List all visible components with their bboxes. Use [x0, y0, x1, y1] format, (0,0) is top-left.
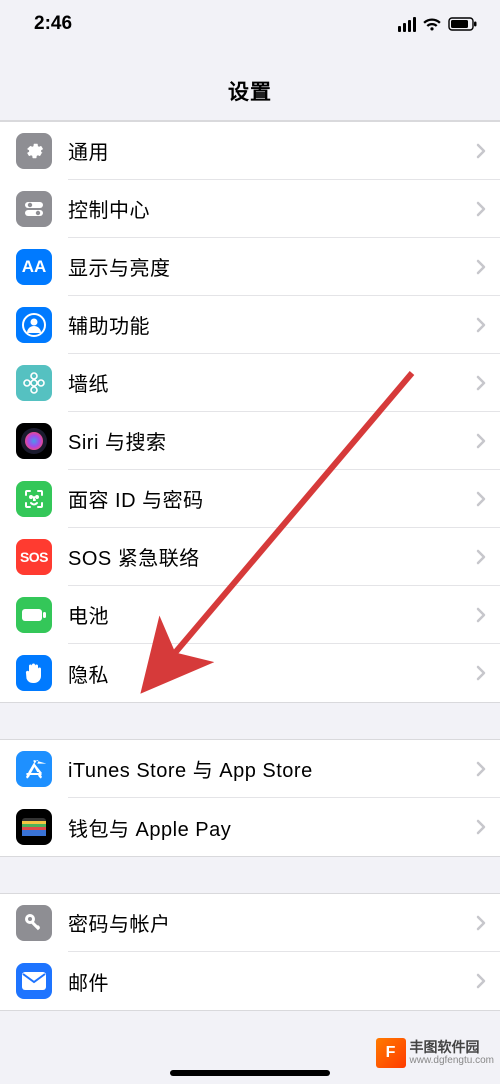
switches-icon: [16, 191, 52, 227]
sos-icon: SOS: [16, 539, 52, 575]
gear-icon: [16, 133, 52, 169]
battery-icon: [448, 17, 478, 31]
row-accessibility[interactable]: 辅助功能: [0, 296, 500, 354]
person-circle-icon: [16, 307, 52, 343]
chevron-right-icon: [476, 549, 486, 565]
row-label: 电池: [68, 600, 476, 629]
row-label: SOS 紧急联络: [68, 542, 476, 571]
settings-group: 通用控制中心AA显示与亮度辅助功能墙纸Siri 与搜索面容 ID 与密码SOSS…: [0, 121, 500, 703]
row-faceid[interactable]: 面容 ID 与密码: [0, 470, 500, 528]
row-label: 面容 ID 与密码: [68, 484, 476, 513]
row-label: iTunes Store 与 App Store: [68, 754, 476, 783]
chevron-right-icon: [476, 665, 486, 681]
row-label: 辅助功能: [68, 310, 476, 339]
chevron-right-icon: [476, 433, 486, 449]
row-wallet[interactable]: 钱包与 Apple Pay: [0, 798, 500, 856]
faceid-icon: [16, 481, 52, 517]
row-itunes[interactable]: iTunes Store 与 App Store: [0, 740, 500, 798]
row-siri[interactable]: Siri 与搜索: [0, 412, 500, 470]
row-battery[interactable]: 电池: [0, 586, 500, 644]
wifi-icon: [422, 17, 442, 32]
chevron-right-icon: [476, 143, 486, 159]
row-label: 邮件: [68, 967, 476, 996]
flower-icon: [16, 365, 52, 401]
cellular-icon: [398, 17, 416, 32]
row-label: 墙纸: [68, 368, 476, 397]
status-time: 2:46: [34, 13, 72, 35]
page-title: 设置: [0, 48, 500, 121]
row-label: 控制中心: [68, 194, 476, 223]
row-label: 密码与帐户: [68, 908, 476, 937]
chevron-right-icon: [476, 915, 486, 931]
status-bar: 2:46: [0, 0, 500, 48]
chevron-right-icon: [476, 259, 486, 275]
watermark-icon: F: [376, 1038, 406, 1068]
chevron-right-icon: [476, 973, 486, 989]
settings-group: iTunes Store 与 App Store 钱包与 Apple Pay: [0, 739, 500, 857]
siri-icon: [16, 423, 52, 459]
watermark-url: www.dgfengtu.com: [410, 1055, 495, 1066]
row-control-center[interactable]: 控制中心: [0, 180, 500, 238]
row-label: 隐私: [68, 659, 476, 688]
chevron-right-icon: [476, 491, 486, 507]
chevron-right-icon: [476, 375, 486, 391]
watermark-title: 丰图软件园: [410, 1040, 495, 1055]
aa-icon: AA: [16, 249, 52, 285]
battery-icon: [16, 597, 52, 633]
chevron-right-icon: [476, 819, 486, 835]
row-label: 钱包与 Apple Pay: [68, 813, 476, 842]
row-sos[interactable]: SOS SOS 紧急联络: [0, 528, 500, 586]
row-label: 通用: [68, 136, 476, 165]
mail-icon: [16, 963, 52, 999]
hand-icon: [16, 655, 52, 691]
row-wallpaper[interactable]: 墙纸: [0, 354, 500, 412]
chevron-right-icon: [476, 607, 486, 623]
row-privacy[interactable]: 隐私: [0, 644, 500, 702]
row-general[interactable]: 通用: [0, 122, 500, 180]
chevron-right-icon: [476, 761, 486, 777]
wallet-icon: [16, 809, 52, 845]
row-mail[interactable]: 邮件: [0, 952, 500, 1010]
watermark: F 丰图软件园 www.dgfengtu.com: [376, 1038, 495, 1068]
home-indicator: [170, 1070, 330, 1076]
row-accounts[interactable]: 密码与帐户: [0, 894, 500, 952]
chevron-right-icon: [476, 201, 486, 217]
status-indicators: [398, 17, 478, 32]
appstore-icon: [16, 751, 52, 787]
key-icon: [16, 905, 52, 941]
settings-group: 密码与帐户邮件: [0, 893, 500, 1011]
row-label: 显示与亮度: [68, 252, 476, 281]
row-label: Siri 与搜索: [68, 426, 476, 455]
chevron-right-icon: [476, 317, 486, 333]
row-display[interactable]: AA 显示与亮度: [0, 238, 500, 296]
